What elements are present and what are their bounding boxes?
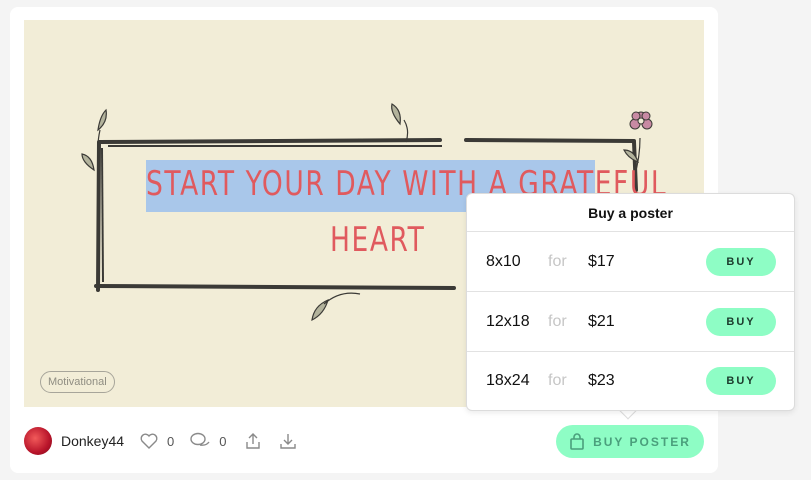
poster-price: $21	[588, 312, 615, 330]
category-tag[interactable]: Motivational	[40, 371, 115, 393]
buy-button-18x24[interactable]: BUY	[706, 367, 776, 395]
avatar[interactable]	[24, 427, 52, 455]
for-label: for	[548, 312, 567, 330]
shopping-bag-icon	[570, 433, 584, 450]
popover-title: Buy a poster	[467, 194, 794, 232]
poster-option-row: 18x24 for $23 BUY	[467, 352, 794, 410]
flower-icon	[629, 111, 653, 130]
share-button[interactable]	[245, 432, 261, 450]
buy-button-12x18[interactable]: BUY	[706, 307, 776, 336]
username[interactable]: Donkey44	[61, 433, 124, 449]
poster-option-row: 8x10 for $17 BUY	[467, 232, 794, 292]
poster-size: 18x24	[486, 372, 530, 389]
buy-poster-button[interactable]: BUY POSTER	[556, 425, 704, 458]
post-footer: Donkey44 0 0	[24, 426, 297, 456]
poster-size: 12x18	[486, 312, 530, 330]
poster-option-row: 12x18 for $21 BUY	[467, 292, 794, 352]
poster-price: $17	[588, 252, 615, 270]
poster-price: $23	[588, 372, 615, 389]
quote-line-2: HEART	[330, 220, 426, 260]
like-count: 0	[167, 433, 175, 449]
buy-poster-label: BUY POSTER	[593, 434, 691, 449]
quote-line-1: START YOUR DAY WITH A GRATEFUL	[146, 164, 668, 204]
download-button[interactable]	[279, 432, 297, 450]
comment-button[interactable]: 0	[190, 432, 227, 450]
buy-button-8x10[interactable]: BUY	[706, 247, 776, 276]
download-icon	[279, 434, 296, 449]
comment-count: 0	[219, 433, 227, 449]
comment-icon	[190, 432, 210, 446]
for-label: for	[548, 252, 567, 270]
buy-poster-popover: Buy a poster 8x10 for $17 BUY 12x18 for …	[466, 193, 795, 411]
heart-icon	[140, 433, 158, 449]
for-label: for	[548, 372, 567, 389]
poster-size: 8x10	[486, 252, 521, 270]
share-icon	[245, 433, 260, 449]
like-button[interactable]: 0	[140, 433, 174, 449]
